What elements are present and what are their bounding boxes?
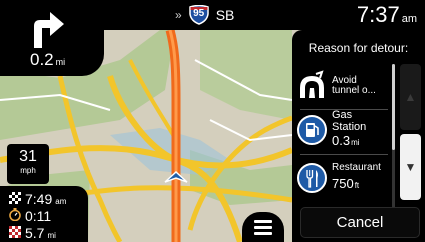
option-distance-value: 750	[332, 176, 354, 192]
turn-distance-unit: mi	[55, 57, 66, 67]
road-direction: SB	[215, 7, 235, 23]
detour-panel-title: Reason for detour:	[308, 41, 409, 55]
option-line1: Restaurant	[332, 161, 381, 173]
option-distance: 750ft	[332, 176, 381, 193]
scroll-up-button[interactable]: ▲	[400, 64, 421, 130]
clock: 7:37 am	[357, 2, 417, 28]
gas-pump-icon	[297, 115, 327, 145]
remaining-distance-row: 5.7 mi	[8, 225, 56, 241]
detour-option-restaurant[interactable]: Restaurant 750ft	[296, 156, 392, 200]
remaining-distance: 5.7	[25, 225, 45, 241]
checkered-flag-icon	[8, 192, 22, 207]
arrival-time: 7:49	[25, 191, 53, 207]
scrollbar-thumb[interactable]	[392, 64, 395, 150]
option-text: Avoid tunnel o...	[332, 75, 376, 97]
divider	[300, 154, 388, 155]
cancel-button[interactable]: Cancel	[300, 207, 420, 238]
turn-right-arrow-icon	[34, 12, 64, 48]
trip-info-panel[interactable]: 7:49 am 0:11 5.7 mi	[0, 186, 88, 242]
arrival-period: am	[55, 197, 67, 206]
option-line2: tunnel o...	[332, 85, 376, 96]
speed-unit: mph	[20, 166, 36, 175]
turn-distance-value: 0.2	[30, 50, 54, 69]
speed-indicator: 31 mph	[7, 144, 49, 184]
flag-distance-icon	[8, 226, 22, 241]
stopwatch-icon	[8, 208, 22, 224]
detour-panel: Reason for detour: Avoid tunnel o... Gas	[292, 30, 425, 242]
option-distance-unit: ft	[354, 181, 360, 191]
fork-knife-icon	[297, 163, 327, 193]
option-distance-unit: mi	[351, 138, 360, 148]
route-number: 95	[193, 8, 205, 19]
interstate-shield-icon: 95	[188, 5, 210, 25]
option-text: Gas Station 0.3mi	[332, 109, 367, 150]
clock-time: 7:37	[356, 2, 400, 27]
detour-option-avoid-tunnel[interactable]: Avoid tunnel o...	[296, 64, 392, 108]
remaining-time-row: 0:11	[8, 208, 51, 224]
option-text: Restaurant 750ft	[332, 161, 381, 193]
list-scrollbar[interactable]	[392, 64, 395, 208]
next-road-info: » 95 SB	[175, 5, 234, 25]
arrival-time-row: 7:49 am	[8, 191, 66, 207]
navigation-screen: » 95 SB 7:37 am 0.2 mi 31 mph 7:49 am 0:…	[0, 0, 425, 242]
clock-period: am	[401, 13, 417, 25]
turn-distance: 0.2 mi	[30, 50, 65, 70]
menu-button[interactable]	[242, 212, 284, 242]
speed-value: 31	[19, 148, 37, 165]
next-turn-panel[interactable]: 0.2 mi	[0, 0, 104, 76]
remaining-distance-unit: mi	[47, 231, 56, 240]
hamburger-line	[254, 225, 272, 229]
tunnel-icon	[300, 70, 324, 98]
remaining-time: 0:11	[25, 208, 52, 224]
chevron-icon: »	[175, 8, 182, 22]
detour-option-gas-station[interactable]: Gas Station 0.3mi	[296, 107, 392, 153]
option-distance-value: 0.3	[332, 133, 351, 149]
option-distance: 0.3mi	[332, 133, 366, 150]
hamburger-line	[254, 219, 272, 223]
option-line1: Gas	[332, 109, 353, 122]
hamburger-line	[254, 231, 272, 235]
scroll-down-button[interactable]: ▼	[400, 134, 421, 200]
option-line2: Station	[332, 120, 367, 133]
